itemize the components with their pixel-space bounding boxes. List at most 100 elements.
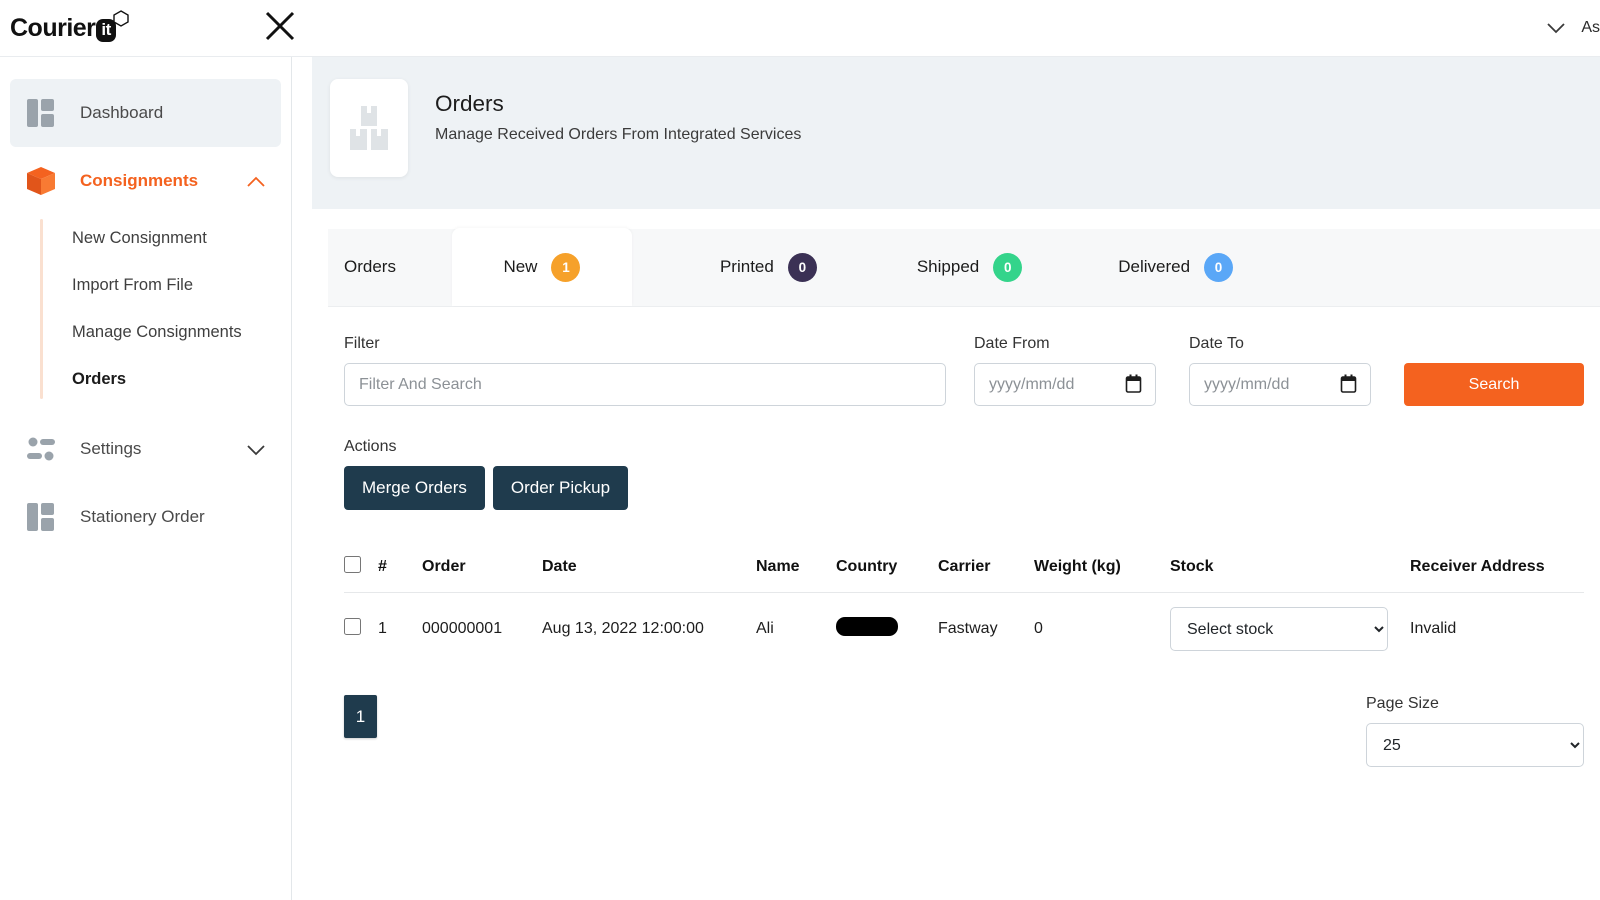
sidebar-subitem-label: New Consignment <box>72 229 207 248</box>
dashboard-icon <box>24 96 58 130</box>
sidebar-item-import-from-file[interactable]: Import From File <box>72 262 291 309</box>
cube-icon <box>112 6 130 35</box>
filter-field-group: Filter <box>344 335 946 406</box>
main-content: Orders Manage Received Orders From Integ… <box>292 57 1600 900</box>
status-badge: 0 <box>788 253 817 282</box>
date-to-group: Date To <box>1189 335 1371 406</box>
sidebar-subitem-label: Orders <box>72 370 126 389</box>
column-header-weight: Weight (kg) <box>1034 544 1170 593</box>
orders-table: # Order Date Name Country Carrier Weight… <box>344 544 1584 665</box>
sidebar-item-dashboard[interactable]: Dashboard <box>10 79 281 147</box>
cell-country <box>836 593 938 666</box>
column-header-stock: Stock <box>1170 544 1410 593</box>
tab-delivered[interactable]: Delivered 0 <box>1092 228 1259 306</box>
column-header-index: # <box>378 544 422 593</box>
sidebar-item-manage-consignments[interactable]: Manage Consignments <box>72 309 291 356</box>
search-button[interactable]: Search <box>1404 363 1584 406</box>
sidebar: Dashboard Consignments New Consignment I… <box>0 57 292 900</box>
actions-block: Actions Merge Orders Order Pickup <box>344 438 1584 510</box>
close-x-icon[interactable] <box>262 8 298 44</box>
top-bar: Courierit As <box>0 0 1600 57</box>
sidebar-item-settings[interactable]: Settings <box>10 415 281 483</box>
sidebar-item-label: Stationery Order <box>80 507 205 527</box>
cell-stock: Select stock <box>1170 593 1410 666</box>
table-footer: 1 Page Size 25 <box>344 695 1584 767</box>
filter-row: Filter Date From <box>344 307 1584 406</box>
sidebar-item-label: Dashboard <box>80 103 163 123</box>
merge-orders-button[interactable]: Merge Orders <box>344 466 485 510</box>
page-size-group: Page Size 25 <box>1366 695 1584 767</box>
sidebar-item-label: Consignments <box>80 171 198 191</box>
search-input[interactable] <box>344 363 946 406</box>
tab-shipped[interactable]: Shipped 0 <box>891 228 1048 306</box>
date-from-label: Date From <box>974 335 1156 353</box>
cell-name: Ali <box>756 593 836 666</box>
tab-bar: Orders New 1 Printed 0 Shipped 0 Deliver… <box>328 229 1600 307</box>
column-header-name: Name <box>756 544 836 593</box>
page-subtitle: Manage Received Orders From Integrated S… <box>435 126 801 144</box>
chevron-down-icon[interactable] <box>245 442 267 456</box>
calendar-icon[interactable] <box>1340 374 1357 394</box>
account-menu[interactable]: As <box>1545 8 1600 48</box>
brand-name: Courier <box>10 14 95 43</box>
account-label: As <box>1581 19 1600 37</box>
page-size-select[interactable]: 25 <box>1366 723 1584 767</box>
stock-select[interactable]: Select stock <box>1170 607 1388 651</box>
tab-new[interactable]: New 1 <box>452 228 632 306</box>
chevron-down-icon <box>1545 21 1567 35</box>
page-title: Orders <box>435 91 801 117</box>
package-icon <box>24 164 58 198</box>
sidebar-item-label: Settings <box>80 439 141 459</box>
cell-date: Aug 13, 2022 12:00:00 <box>542 593 756 666</box>
row-checkbox[interactable] <box>344 618 361 635</box>
chevron-up-icon[interactable] <box>245 174 267 188</box>
tab-label: Orders <box>344 257 396 277</box>
sidebar-item-consignments[interactable]: Consignments <box>10 147 281 215</box>
tab-label: Shipped <box>917 257 979 277</box>
table-header-row: # Order Date Name Country Carrier Weight… <box>344 544 1584 593</box>
boxes-icon <box>330 79 408 177</box>
sidebar-subnav-consignments: New Consignment Import From File Manage … <box>40 215 291 403</box>
tab-orders[interactable]: Orders <box>344 228 452 306</box>
cell-receiver-address: Invalid <box>1410 593 1584 666</box>
tab-label: Printed <box>720 257 774 277</box>
sidebar-subitem-label: Manage Consignments <box>72 323 242 342</box>
cell-carrier: Fastway <box>938 593 1034 666</box>
cell-index: 1 <box>378 593 422 666</box>
tab-label: New <box>503 257 537 277</box>
column-header-order: Order <box>422 544 542 593</box>
table-row: 1 000000001 Aug 13, 2022 12:00:00 Ali Fa… <box>344 593 1584 666</box>
cell-order: 000000001 <box>422 593 542 666</box>
status-badge: 0 <box>993 253 1022 282</box>
order-pickup-button[interactable]: Order Pickup <box>493 466 628 510</box>
cell-weight: 0 <box>1034 593 1170 666</box>
tab-printed[interactable]: Printed 0 <box>694 228 843 306</box>
select-all-header <box>344 544 378 593</box>
sidebar-item-new-consignment[interactable]: New Consignment <box>72 215 291 262</box>
orders-panel: Orders New 1 Printed 0 Shipped 0 Deliver… <box>328 229 1600 900</box>
app-logo: Courierit <box>10 14 130 43</box>
sidebar-item-stationery-order[interactable]: Stationery Order <box>10 483 281 551</box>
filter-label: Filter <box>344 335 946 353</box>
pagination-page-1[interactable]: 1 <box>344 695 377 738</box>
date-from-group: Date From <box>974 335 1156 406</box>
page-size-label: Page Size <box>1366 695 1584 713</box>
redacted-value <box>836 617 898 636</box>
actions-label: Actions <box>344 438 1584 456</box>
select-all-checkbox[interactable] <box>344 556 361 573</box>
page-header: Orders Manage Received Orders From Integ… <box>312 57 1600 209</box>
column-header-date: Date <box>542 544 756 593</box>
column-header-country: Country <box>836 544 938 593</box>
row-select-cell <box>344 593 378 666</box>
stationery-icon <box>24 500 58 534</box>
status-badge: 0 <box>1204 253 1233 282</box>
column-header-receiver-address: Receiver Address <box>1410 544 1584 593</box>
settings-sliders-icon <box>24 432 58 466</box>
column-header-carrier: Carrier <box>938 544 1034 593</box>
sidebar-item-orders[interactable]: Orders <box>72 356 291 403</box>
status-badge: 1 <box>551 253 580 282</box>
calendar-icon[interactable] <box>1125 374 1142 394</box>
tab-label: Delivered <box>1118 257 1190 277</box>
sidebar-subitem-label: Import From File <box>72 276 193 295</box>
date-to-label: Date To <box>1189 335 1371 353</box>
